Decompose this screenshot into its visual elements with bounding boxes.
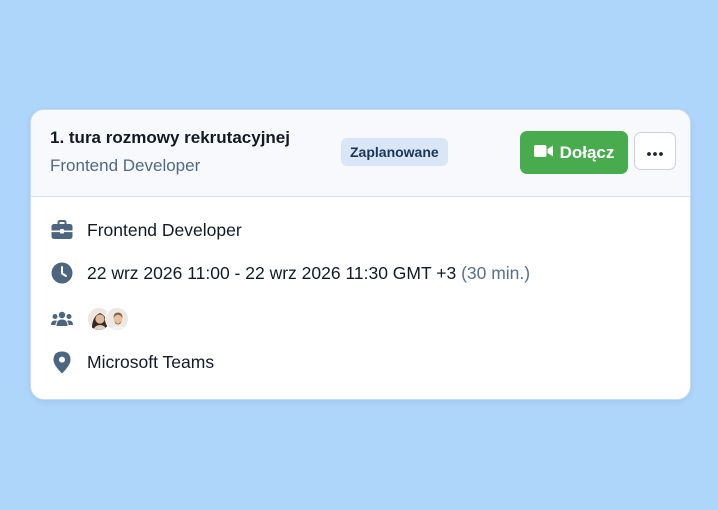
location-text: Microsoft Teams	[87, 351, 215, 372]
duration-text: (30 min.)	[461, 262, 531, 283]
datetime-text: 22 wrz 2026 11:00 - 22 wrz 2026 11:30 GM…	[87, 262, 457, 283]
avatar[interactable]	[105, 307, 129, 331]
participants-avatars	[87, 307, 129, 331]
more-options-button[interactable]	[634, 132, 676, 170]
meeting-card: 1. tura rozmowy rekrutacyjnej Frontend D…	[30, 109, 691, 400]
join-button-label: Dołącz	[559, 142, 615, 162]
video-camera-icon	[533, 143, 553, 163]
meeting-title: 1. tura rozmowy rekrutacyjnej	[50, 128, 290, 147]
position-text: Frontend Developer	[87, 219, 242, 240]
meeting-subtitle: Frontend Developer	[50, 156, 201, 175]
briefcase-icon	[50, 218, 74, 242]
participants-row	[50, 307, 129, 331]
join-button[interactable]: Dołącz	[520, 131, 628, 174]
location-row: Microsoft Teams	[50, 350, 214, 374]
more-horizontal-icon	[647, 144, 663, 159]
map-pin-icon	[50, 350, 74, 374]
users-group-icon	[50, 307, 74, 331]
status-badge: Zaplanowane	[341, 138, 448, 166]
position-row: Frontend Developer	[50, 218, 242, 242]
datetime-row: 22 wrz 2026 11:00 - 22 wrz 2026 11:30 GM…	[50, 261, 530, 285]
clock-icon	[50, 261, 74, 285]
card-header: 1. tura rozmowy rekrutacyjnej Frontend D…	[31, 110, 690, 197]
